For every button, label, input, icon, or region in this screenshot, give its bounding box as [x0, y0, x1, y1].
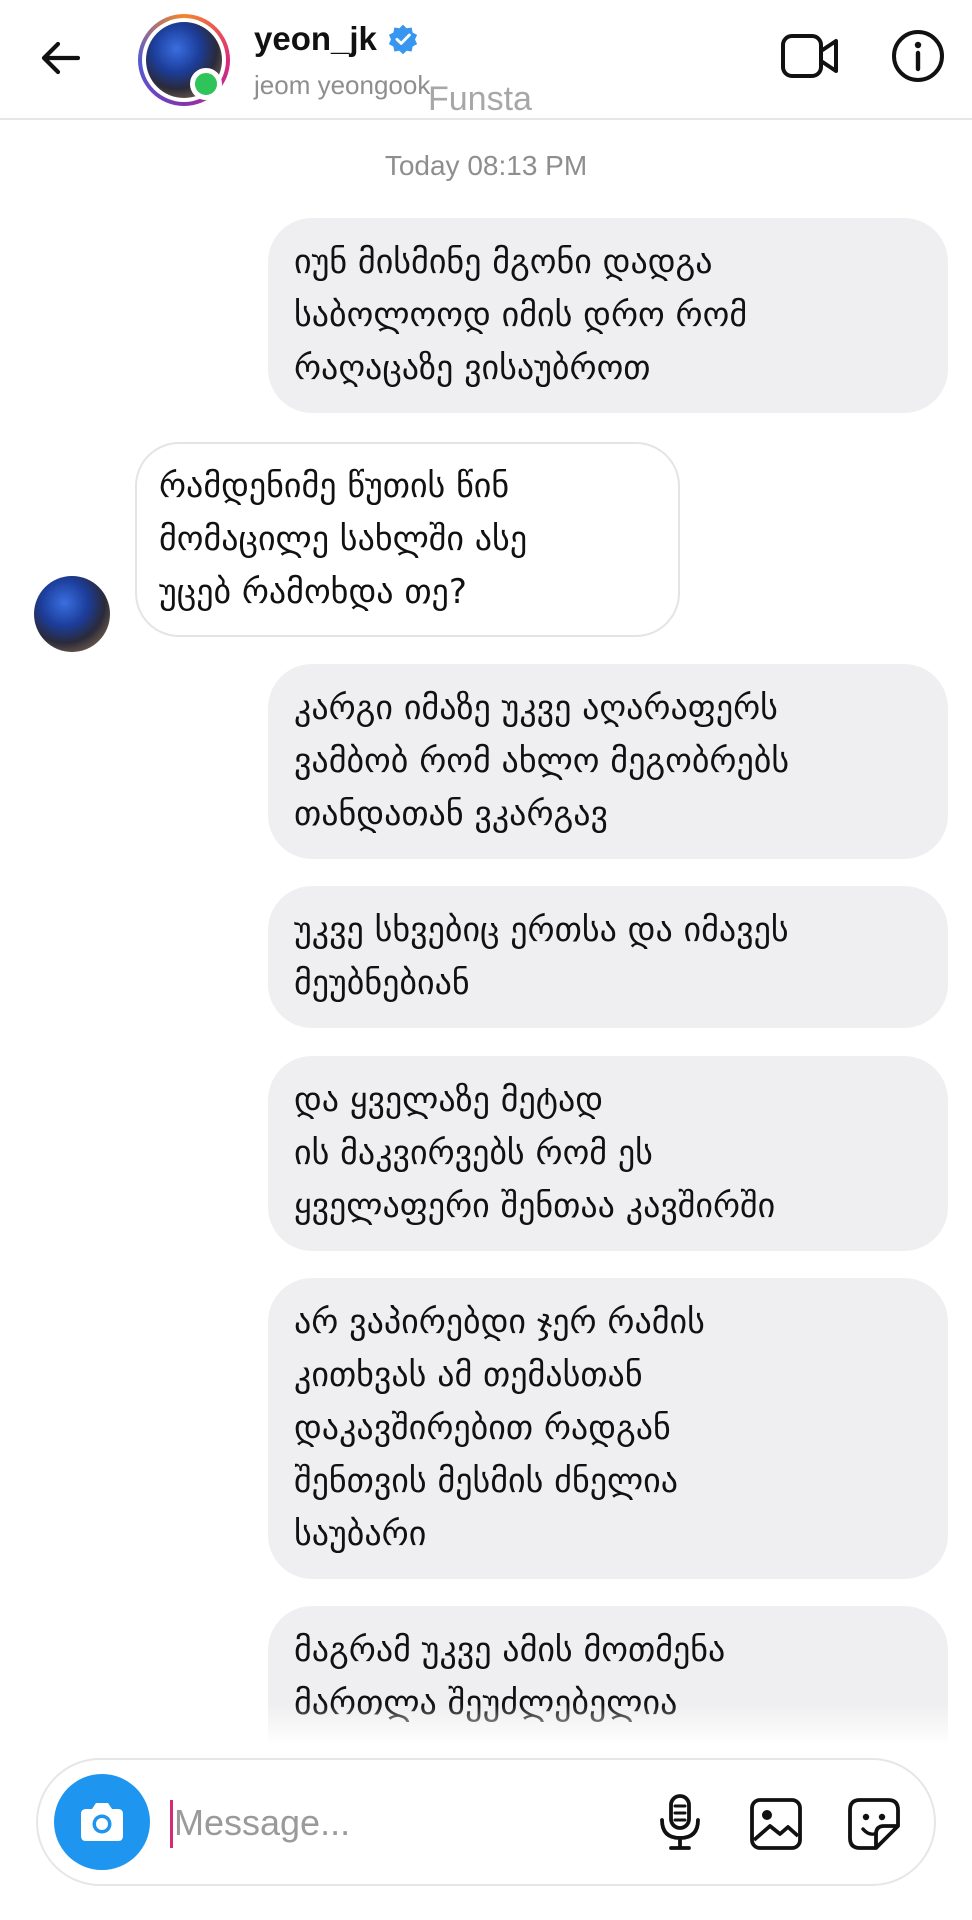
online-status-indicator: [190, 68, 222, 100]
sent-message-bubble[interactable]: არ ვაპირებდი ჯერ რამის კითხვას ამ თემასთ…: [268, 1278, 948, 1579]
message-line: ის მაკვირვებს რომ ეს: [294, 1133, 653, 1173]
conversation-timestamp: Today 08:13 PM: [384, 150, 588, 181]
sent-message-bubble[interactable]: კარგი იმაზე უკვე აღარაფერს ვამბობ რომ ახ…: [268, 664, 948, 859]
gallery-button[interactable]: [746, 1794, 806, 1854]
dm-thread-screen: yeon_jk jeom yeongook Funsta Today 08:13…: [0, 0, 972, 1920]
camera-button[interactable]: [54, 1774, 150, 1870]
message-line: იუნ მისმინე მგონი დადგა: [294, 242, 713, 282]
voice-message-button[interactable]: [648, 1790, 712, 1854]
chat-header: yeon_jk jeom yeongook Funsta: [0, 0, 972, 120]
sticker-icon: [848, 1798, 900, 1850]
message-composer: [36, 1758, 936, 1886]
sent-message-bubble[interactable]: და ყველაზე მეტად ის მაკვირვებს რომ ეს ყვ…: [268, 1056, 948, 1251]
info-icon: [892, 30, 944, 82]
image-gallery-icon: [750, 1798, 802, 1850]
info-button[interactable]: [890, 28, 946, 84]
sticker-button[interactable]: [844, 1794, 904, 1854]
message-line: უკვე სხვებიც ერთსა და იმავეს: [294, 910, 789, 950]
message-line: საუბარი: [294, 1514, 427, 1554]
message-line: მაგრამ უკვე ამის მოთმენა: [294, 1630, 726, 1670]
message-line: უცებ რამოხდა თე?: [159, 572, 467, 612]
verified-badge-icon: [388, 24, 417, 55]
username-row[interactable]: yeon_jk: [254, 20, 419, 58]
text-caret: [170, 1800, 173, 1848]
message-input[interactable]: [174, 1790, 654, 1856]
message-line: რამდენიმე წუთის წინ: [159, 466, 510, 506]
sent-message-bubble[interactable]: უკვე სხვებიც ერთსა და იმავეს მეუბნებიან: [268, 886, 948, 1028]
message-line: და ყველაზე მეტად: [294, 1080, 604, 1120]
message-line: თანდათან ვკარგავ: [294, 794, 608, 834]
message-line: კითხვას ამ თემასთან: [294, 1355, 643, 1395]
message-line: ვამბობ რომ ახლო მეგობრებს: [294, 741, 790, 781]
sent-message-bubble[interactable]: იუნ მისმინე მგონი დადგა საბოლოოდ იმის დრ…: [268, 218, 948, 413]
list-fade: [0, 1705, 972, 1745]
message-line: კარგი იმაზე უკვე აღარაფერს: [294, 688, 778, 728]
full-name: jeom yeongook: [254, 70, 431, 100]
arrow-left-icon: [41, 41, 81, 75]
camera-icon: [81, 1803, 123, 1841]
message-line: მომაცილე სახლში ასე: [159, 519, 528, 559]
microphone-icon: [660, 1794, 700, 1850]
received-message-bubble[interactable]: რამდენიმე წუთის წინ მომაცილე სახლში ასე …: [135, 442, 680, 637]
overlay-label: Funsta: [428, 80, 532, 118]
message-line: შენთვის მესმის ძნელია: [294, 1461, 679, 1501]
message-line: დაკავშირებით რადგან: [294, 1408, 671, 1448]
message-line: ყველაფერი შენთაა კავშირში: [294, 1186, 776, 1226]
video-call-icon: [781, 34, 838, 78]
message-line: არ ვაპირებდი ჯერ რამის: [294, 1302, 705, 1342]
message-line: მეუბნებიან: [294, 963, 470, 1003]
video-call-button[interactable]: [780, 30, 840, 82]
back-button[interactable]: [32, 30, 88, 86]
message-line: რაღაცაზე ვისაუბროთ: [294, 348, 651, 388]
username[interactable]: yeon_jk: [254, 20, 377, 58]
message-line: საბოლოოდ იმის დრო რომ: [294, 295, 748, 335]
sender-avatar[interactable]: [34, 576, 110, 652]
